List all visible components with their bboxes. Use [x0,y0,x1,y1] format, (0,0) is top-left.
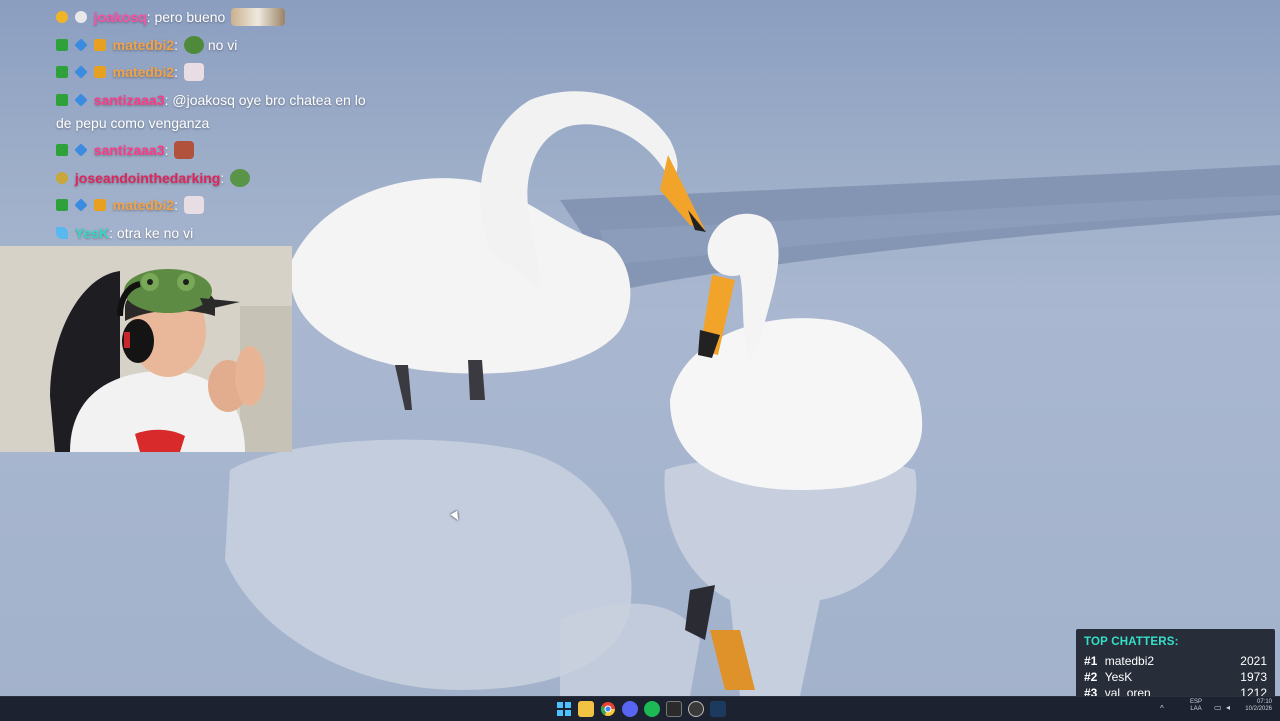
chrome-icon[interactable] [600,701,616,717]
frog-emote-icon [183,35,204,54]
clock-date: 10/2/2026 [1245,706,1272,712]
face-emote-icon [174,141,195,159]
streamer-webcam [0,246,292,452]
chatter-rank: #1 [1084,654,1098,668]
obs-icon[interactable] [688,701,704,717]
chat-username: santizaaa3 [93,91,165,108]
chat-message: YesK: otra ke no vi [56,222,376,245]
chat-message: joakosq: pero bueno [56,6,376,29]
diamond-badge-icon [74,198,88,212]
months-badge-icon [93,199,106,211]
bunny-emote-icon [183,196,204,214]
chat-message: matedbi2: [56,194,376,217]
windows-start-icon[interactable] [556,701,572,717]
diamond-badge-icon [74,37,88,52]
chat-message: santizaaa3: [56,139,376,162]
chat-text: otra ke no vi [116,224,194,241]
verified-badge-icon [56,144,68,156]
chatter-name: matedbi2 [1104,654,1155,668]
windows-taskbar: ^ ESP LAA ▭ ◂ 07:10 10/2/2026 [0,696,1280,721]
clock-time: 07:10 [1256,699,1272,705]
verified-badge-icon [56,38,68,51]
sword-badge-icon [56,226,68,239]
keyboard-layout-code: LAA [1190,706,1202,712]
diamond-badge-icon [74,92,88,107]
chat-username: matedbi2 [112,64,175,80]
app-icon[interactable] [666,701,682,717]
language-code: ESP [1190,699,1203,705]
volume-icon[interactable]: ◂ [1226,704,1230,712]
chatter-count: 2021 [1240,654,1267,668]
chat-text: pero bueno [154,9,226,25]
discord-icon[interactable] [622,701,638,717]
frog-emote-icon [230,168,251,187]
cat-emote-icon [231,8,286,26]
verified-badge-icon [56,66,68,78]
streamer-webcam-image [0,246,292,452]
verified-badge-icon [56,199,68,211]
chat-username: joakosq [93,9,147,25]
stream-chat-overlay: joakosq: pero bueno matedbi2: no vi mate… [56,6,376,249]
tray-chevron-up-icon[interactable]: ^ [1160,705,1164,713]
chatter-rank: #2 [1084,670,1098,684]
subscriber-badge-icon [56,11,68,23]
chat-username: matedbi2 [112,36,175,53]
chat-message: matedbi2: [56,61,376,84]
chatter-name: YesK [1104,670,1133,684]
chat-text: no vi [207,36,238,53]
file-explorer-icon[interactable] [578,701,594,717]
months-badge-icon [93,66,106,78]
gold-badge-icon [56,171,68,184]
spotify-icon[interactable] [644,701,660,717]
chat-username: joseandointhedarking [74,169,221,186]
chat-message: matedbi2: no vi [56,34,376,57]
chat-message: santizaaa3: @joakosq oye bro chatea en l… [56,91,366,131]
top-chatters-title: TOP CHATTERS: [1084,636,1179,648]
chatter-count: 1973 [1240,670,1267,684]
diamond-badge-icon [74,143,88,157]
verified-badge-icon [56,93,68,106]
chat-message: joseandointhedarking: [56,167,376,190]
steam-icon[interactable] [710,701,726,717]
top-chatter-row: #1 matedbi2 2021 [1084,654,1267,670]
system-clock[interactable]: 07:10 10/2/2026 [1240,699,1272,713]
input-language-indicator[interactable]: ESP LAA [1190,699,1202,713]
network-icon[interactable]: ▭ [1214,704,1222,712]
chat-username: YesK [74,224,110,241]
chat-username: matedbi2 [112,197,175,213]
bunny-emote-icon [183,63,204,81]
chat-username: santizaaa3 [93,142,165,158]
ghost-badge-icon [74,11,87,23]
diamond-badge-icon [74,65,88,79]
top-chatter-row: #2 YesK 1973 [1084,670,1267,686]
months-badge-icon [93,38,106,51]
